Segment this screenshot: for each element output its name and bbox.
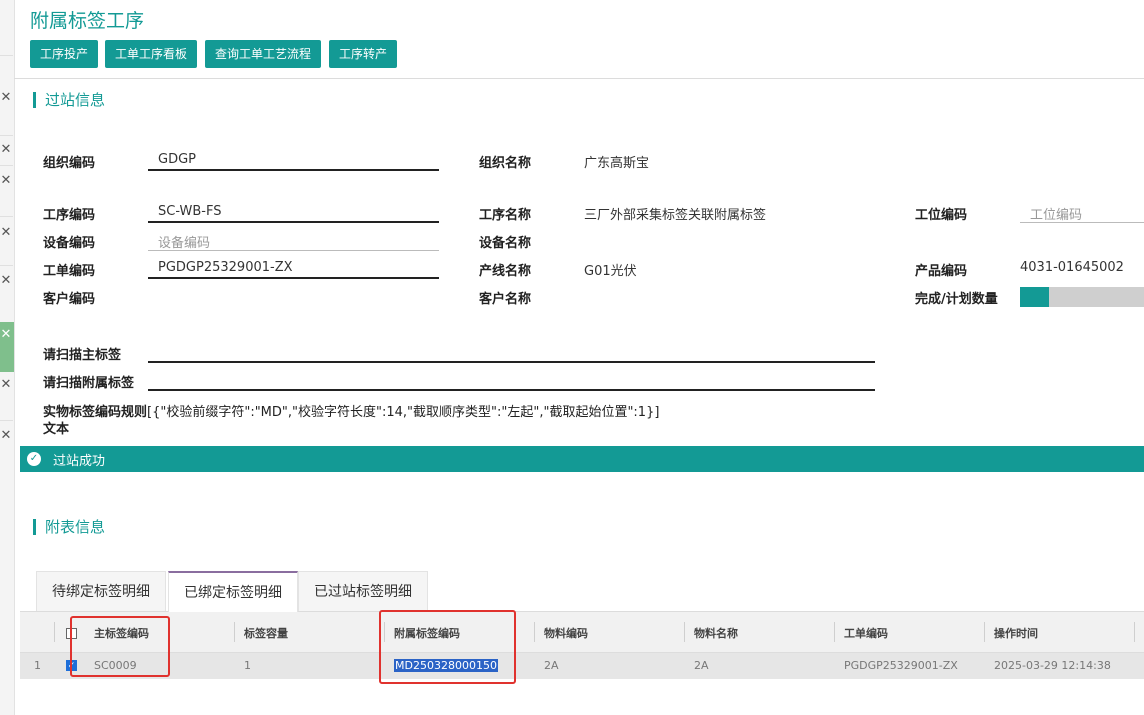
strip-divider — [0, 135, 13, 136]
customer-code-label: 客户编码 — [43, 292, 96, 307]
line-name-value: G01光伏 — [584, 264, 637, 279]
attached-section-title: 附表信息 — [33, 519, 105, 535]
equipment-code-underline — [148, 250, 439, 251]
equipment-code-label: 设备编码 — [43, 236, 96, 251]
process-input-button[interactable]: 工序投产 — [30, 40, 99, 68]
scan-main-label: 请扫描主标签 — [43, 348, 122, 363]
strip-divider — [0, 165, 13, 166]
cell-work-order[interactable]: PGDGP25329001-ZX — [844, 659, 958, 672]
chevron-left-icon[interactable]: ✕ — [0, 328, 12, 342]
column-header-material-code[interactable]: 物料编码 — [544, 625, 588, 641]
cell-op-time[interactable]: 2025-03-29 12:14:38 — [994, 659, 1111, 672]
column-separator[interactable] — [534, 622, 535, 642]
chevron-left-icon[interactable]: ✕ — [0, 429, 12, 443]
table-row[interactable]: 1 ✓ SC0009 1 MD250328000150 2A 2A PGDGP2… — [20, 653, 1144, 679]
process-name-label: 工序名称 — [479, 208, 532, 223]
completion-label: 完成/计划数量 — [915, 292, 998, 307]
column-header-op-time[interactable]: 操作时间 — [994, 625, 1038, 641]
check-icon: ✓ — [27, 452, 41, 466]
completion-progress-fill — [1020, 287, 1049, 307]
equipment-name-label: 设备名称 — [479, 236, 532, 251]
active-strip-item[interactable]: ✕ — [0, 322, 14, 372]
chevron-left-icon[interactable]: ✕ — [0, 378, 12, 392]
chevron-left-icon[interactable]: ✕ — [0, 174, 12, 188]
column-separator[interactable] — [1134, 622, 1135, 642]
success-message-text: 过站成功 — [53, 454, 106, 469]
completion-progress-bar — [1020, 287, 1144, 307]
work-order-board-button[interactable]: 工单工序看板 — [105, 40, 198, 68]
column-separator[interactable] — [234, 622, 235, 642]
column-separator[interactable] — [984, 622, 985, 642]
process-transfer-button[interactable]: 工序转产 — [329, 40, 398, 68]
work-order-field[interactable]: PGDGP25329001-ZX — [158, 260, 293, 275]
process-name-value: 三厂外部采集标签关联附属标签 — [584, 208, 767, 223]
cell-capacity[interactable]: 1 — [244, 659, 251, 672]
process-code-label: 工序编码 — [43, 208, 96, 223]
tab-pending-bind[interactable]: 待绑定标签明细 — [36, 571, 166, 611]
rule-label-second-line: 文本 — [43, 422, 70, 437]
highlight-box-attach-label — [379, 610, 516, 684]
rule-value: [{"校验前缀字符":"MD","校验字符长度":14,"截取顺序类型":"左起… — [147, 405, 660, 420]
product-code-value: 4031-01645002 — [1020, 260, 1124, 275]
workstation-code-label: 工位编码 — [915, 208, 968, 223]
page-title: 附属标签工序 — [30, 10, 145, 32]
workstation-code-underline — [1020, 222, 1144, 223]
line-name-label: 产线名称 — [479, 264, 532, 279]
column-separator[interactable] — [684, 622, 685, 642]
workstation-code-field[interactable]: 工位编码 — [1030, 204, 1082, 223]
success-message-bar: ✓ 过站成功 — [20, 446, 1144, 472]
tab-bound[interactable]: 已绑定标签明细 — [168, 571, 298, 612]
org-name-value: 广东高斯宝 — [584, 156, 650, 171]
station-section-title: 过站信息 — [33, 92, 105, 108]
org-code-underline — [148, 169, 439, 171]
org-name-label: 组织名称 — [479, 156, 532, 171]
customer-name-label: 客户名称 — [479, 292, 532, 307]
column-header-capacity[interactable]: 标签容量 — [244, 625, 288, 641]
column-separator — [54, 622, 55, 642]
scan-attach-label: 请扫描附属标签 — [43, 376, 135, 391]
cell-material-code[interactable]: 2A — [544, 659, 559, 672]
toolbar-divider — [14, 78, 1144, 79]
strip-divider — [0, 55, 13, 56]
chevron-left-icon[interactable]: ✕ — [0, 91, 12, 105]
work-order-underline — [148, 277, 439, 279]
chevron-left-icon[interactable]: ✕ — [0, 143, 12, 157]
org-code-field[interactable]: GDGP — [158, 152, 196, 167]
strip-divider — [0, 265, 13, 266]
highlight-box-main-label — [70, 616, 170, 677]
process-code-underline — [148, 221, 439, 223]
left-collapsed-strip: ✕ ✕ ✕ ✕ ✕ ✕ ✕ ✕ — [0, 0, 15, 715]
process-code-field[interactable]: SC-WB-FS — [158, 204, 221, 219]
scan-main-input[interactable] — [148, 361, 875, 363]
scan-attach-input[interactable] — [148, 389, 875, 391]
grid-header: 主标签编码 标签容量 附属标签编码 物料编码 物料名称 工单编码 操作时间 — [20, 612, 1144, 653]
column-header-work-order[interactable]: 工单编码 — [844, 625, 888, 641]
equipment-code-field[interactable]: 设备编码 — [158, 232, 210, 251]
chevron-left-icon[interactable]: ✕ — [0, 274, 12, 288]
column-header-material-name[interactable]: 物料名称 — [694, 625, 738, 641]
column-separator[interactable] — [834, 622, 835, 642]
product-code-label: 产品编码 — [915, 264, 968, 279]
org-code-label: 组织编码 — [43, 156, 96, 171]
cell-material-name[interactable]: 2A — [694, 659, 709, 672]
rule-row: 实物标签编码规则[{"校验前缀字符":"MD","校验字符长度":14,"截取顺… — [43, 401, 659, 420]
work-order-label: 工单编码 — [43, 264, 96, 279]
strip-divider — [0, 420, 13, 421]
query-routing-button[interactable]: 查询工单工艺流程 — [205, 40, 322, 68]
tab-passed-station[interactable]: 已过站标签明细 — [298, 571, 428, 611]
row-index: 1 — [34, 659, 41, 672]
chevron-left-icon[interactable]: ✕ — [0, 226, 12, 240]
strip-divider — [0, 216, 13, 217]
